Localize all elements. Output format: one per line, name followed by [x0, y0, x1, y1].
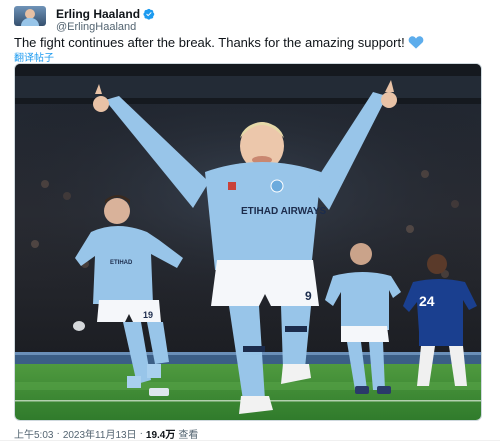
svg-text:ETIHAD AIRWAYS: ETIHAD AIRWAYS [241, 206, 327, 217]
blue-heart-icon [408, 36, 424, 49]
name-row: Erling Haaland [56, 7, 155, 21]
celebration-photo: ETIHAD 19 24 ETIHAD AIRWAYS 9 [15, 64, 481, 420]
footer-separator: · [56, 428, 60, 439]
display-name[interactable]: Erling Haaland [56, 7, 140, 21]
views-label: 查看 [178, 430, 199, 441]
tweet-photo[interactable]: ETIHAD 19 24 ETIHAD AIRWAYS 9 [14, 63, 482, 421]
svg-text:24: 24 [419, 293, 435, 309]
tweet-card: Erling Haaland @ErlingHaaland The fight … [0, 0, 500, 441]
svg-text:19: 19 [143, 310, 153, 320]
post-time[interactable]: 上午5:03 [14, 426, 53, 441]
tweet-header: Erling Haaland @ErlingHaaland [14, 6, 484, 33]
svg-text:ETIHAD: ETIHAD [110, 260, 133, 266]
ball [73, 321, 85, 331]
tweet-footer: 上午5:03 · 2023年11月13日 · 19.4万 查看 [14, 426, 199, 441]
footer-separator: · [139, 428, 143, 439]
tweet-text: The fight continues after the break. Tha… [14, 35, 484, 51]
translate-post-link[interactable]: 翻译帖子 [14, 49, 54, 64]
user-handle[interactable]: @ErlingHaaland [56, 21, 136, 33]
user-avatar[interactable] [14, 6, 46, 26]
tweet-text-body: The fight continues after the break. Tha… [14, 35, 405, 50]
views-count: 19.4万 [145, 430, 176, 441]
svg-text:9: 9 [305, 289, 312, 303]
verified-badge-icon [143, 8, 155, 20]
post-date[interactable]: 2023年11月13日 [63, 426, 137, 441]
